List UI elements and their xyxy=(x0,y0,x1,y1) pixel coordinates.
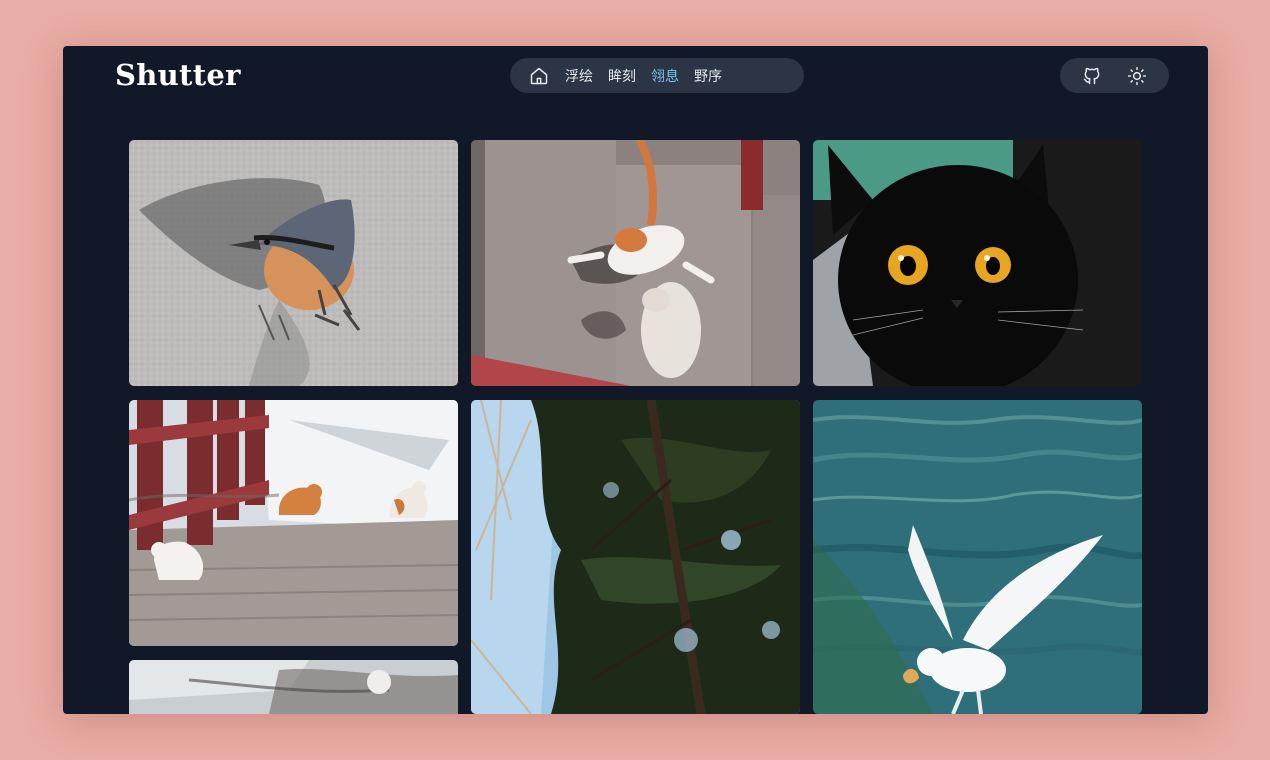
sun-icon[interactable] xyxy=(1126,65,1148,87)
cats-railing-image xyxy=(129,400,458,646)
main-nav: 浮绘 眸刻 翎息 野序 xyxy=(510,58,804,93)
nav-item-fuhui[interactable]: 浮绘 xyxy=(565,66,593,86)
nav-item-mouke[interactable]: 眸刻 xyxy=(608,66,636,86)
gallery-photo-nuthatch[interactable] xyxy=(129,140,458,386)
home-icon[interactable] xyxy=(528,65,550,87)
toolbar xyxy=(1060,58,1169,93)
gallery-photo-tree[interactable] xyxy=(471,400,800,714)
tree-image xyxy=(471,400,800,714)
gallery-photo-snow[interactable] xyxy=(129,660,458,714)
gull-image xyxy=(813,400,1142,714)
black-cat-image xyxy=(813,140,1142,386)
cats-steps-image xyxy=(471,140,800,386)
github-icon[interactable] xyxy=(1081,65,1103,87)
gallery-photo-gull[interactable] xyxy=(813,400,1142,714)
nav-item-lingxi[interactable]: 翎息 xyxy=(651,66,679,86)
brand-logo[interactable]: Shutter xyxy=(115,58,241,92)
nuthatch-image xyxy=(129,140,458,386)
snow-image xyxy=(129,660,458,714)
app-window: Shutter 浮绘 眸刻 翎息 野序 xyxy=(63,46,1208,714)
gallery-photo-cats-steps[interactable] xyxy=(471,140,800,386)
gallery-photo-black-cat[interactable] xyxy=(813,140,1142,386)
gallery-photo-cats-railing[interactable] xyxy=(129,400,458,646)
nav-item-yexu[interactable]: 野序 xyxy=(694,66,722,86)
